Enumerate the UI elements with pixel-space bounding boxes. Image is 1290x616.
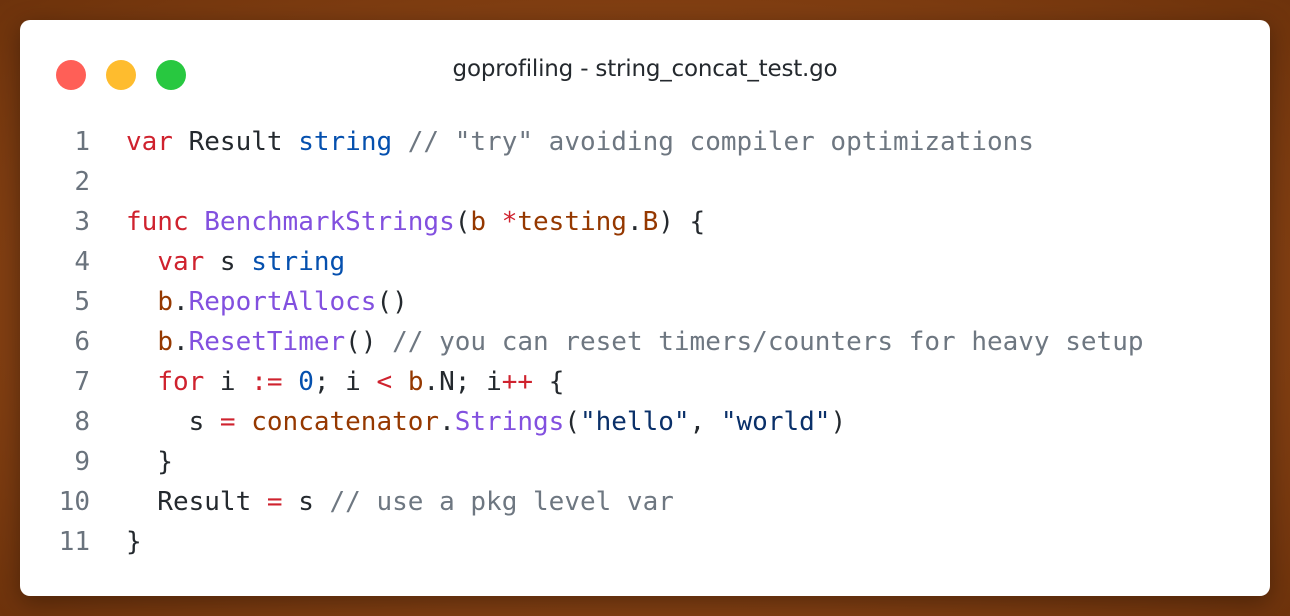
string-token: "world" — [720, 407, 831, 437]
operator-token: * — [501, 207, 518, 237]
keyword-token: var — [157, 247, 205, 277]
comment-token: // you can reset timers/counters for hea… — [392, 327, 1144, 357]
code-line: 10 Result = s // use a pkg level var — [20, 482, 1270, 522]
code-text: } — [126, 527, 142, 557]
code-text: . — [626, 207, 643, 237]
line-content: var s string — [126, 242, 345, 282]
code-text: () — [376, 287, 408, 317]
identifier-token: B — [642, 207, 659, 237]
identifier-token: b — [157, 287, 173, 317]
comment-token: // "try" avoiding compiler optimizations — [407, 127, 1034, 157]
identifier-token: b — [157, 327, 173, 357]
line-content: b.ReportAllocs() — [126, 282, 408, 322]
code-text: ( — [564, 407, 580, 437]
line-number: 9 — [74, 447, 90, 477]
code-text: s — [282, 487, 330, 517]
code-line: 5 b.ReportAllocs() — [20, 282, 1270, 322]
line-content: b.ResetTimer() // you can reset timers/c… — [126, 322, 1144, 362]
type-token: string — [251, 247, 346, 277]
code-text: { — [533, 367, 565, 397]
code-editor[interactable]: 1 var Result string // "try" avoiding com… — [20, 122, 1270, 562]
code-line: 1 var Result string // "try" avoiding com… — [20, 122, 1270, 162]
line-content: Result = s // use a pkg level var — [126, 482, 674, 522]
code-line: 3 func BenchmarkStrings(b *testing.B) { — [20, 202, 1270, 242]
comment-token: // use a pkg level var — [329, 487, 674, 517]
code-line: 4 var s string — [20, 242, 1270, 282]
line-number: 1 — [74, 127, 90, 157]
code-text: () — [345, 327, 393, 357]
code-text: ( — [454, 207, 471, 237]
type-token: string — [298, 127, 393, 157]
operator-token: = — [219, 407, 236, 437]
line-number: 10 — [58, 487, 90, 517]
code-text: ) { — [658, 207, 706, 237]
line-number: 7 — [74, 367, 90, 397]
code-line: 11} — [20, 522, 1270, 562]
code-line: 8 s = concatenator.Strings("hello", "wor… — [20, 402, 1270, 442]
code-text: Result — [126, 487, 267, 517]
string-token: "hello" — [579, 407, 690, 437]
code-text: i — [204, 367, 252, 397]
function-token: ResetTimer — [188, 327, 346, 357]
line-number: 4 — [74, 247, 90, 277]
keyword-token: func — [126, 207, 189, 237]
identifier-token: concatenator — [251, 407, 440, 437]
code-text: , — [689, 407, 721, 437]
window-title: goprofiling - string_concat_test.go — [452, 56, 838, 82]
code-text: . — [439, 407, 455, 437]
line-number: 3 — [74, 207, 90, 237]
code-text: ) — [830, 407, 847, 437]
code-line: 7 for i := 0; i < b.N; i++ { — [20, 362, 1270, 402]
operator-token: < — [376, 367, 393, 397]
code-window: goprofiling - string_concat_test.go 1 var… — [20, 20, 1270, 596]
identifier-token: b — [407, 367, 424, 397]
line-content: s = concatenator.Strings("hello", "world… — [126, 402, 846, 442]
code-text: ; i — [313, 367, 377, 397]
identifier-token: b — [470, 207, 487, 237]
keyword-token: var — [126, 127, 173, 157]
function-token: BenchmarkStrings — [204, 207, 455, 237]
line-number: 11 — [58, 527, 90, 557]
line-number: 6 — [74, 327, 90, 357]
line-content: func BenchmarkStrings(b *testing.B) { — [126, 202, 705, 242]
code-text: s — [204, 247, 252, 277]
line-content: var Result string // "try" avoiding comp… — [126, 122, 1034, 162]
function-token: Strings — [454, 407, 565, 437]
code-text: . — [172, 327, 189, 357]
title-bar: goprofiling - string_concat_test.go — [20, 20, 1270, 120]
code-line: 6 b.ResetTimer() // you can reset timers… — [20, 322, 1270, 362]
operator-token: ++ — [501, 367, 534, 397]
code-text: Result — [172, 127, 299, 157]
code-text: s — [126, 407, 220, 437]
operator-token: := — [251, 367, 283, 397]
keyword-token: for — [157, 367, 205, 397]
line-content: } — [126, 442, 173, 482]
code-text: .N; i — [423, 367, 502, 397]
identifier-token: testing — [517, 207, 627, 237]
code-line: 2 — [20, 162, 1270, 202]
line-number: 5 — [74, 287, 90, 317]
line-content: } — [126, 522, 142, 562]
line-content: for i := 0; i < b.N; i++ { — [126, 362, 564, 402]
number-token: 0 — [298, 367, 314, 397]
line-number: 2 — [74, 167, 90, 197]
code-text: . — [172, 287, 189, 317]
operator-token: = — [266, 487, 283, 517]
code-text: } — [126, 447, 173, 477]
line-number: 8 — [74, 407, 90, 437]
code-line: 9 } — [20, 442, 1270, 482]
function-token: ReportAllocs — [188, 287, 377, 317]
